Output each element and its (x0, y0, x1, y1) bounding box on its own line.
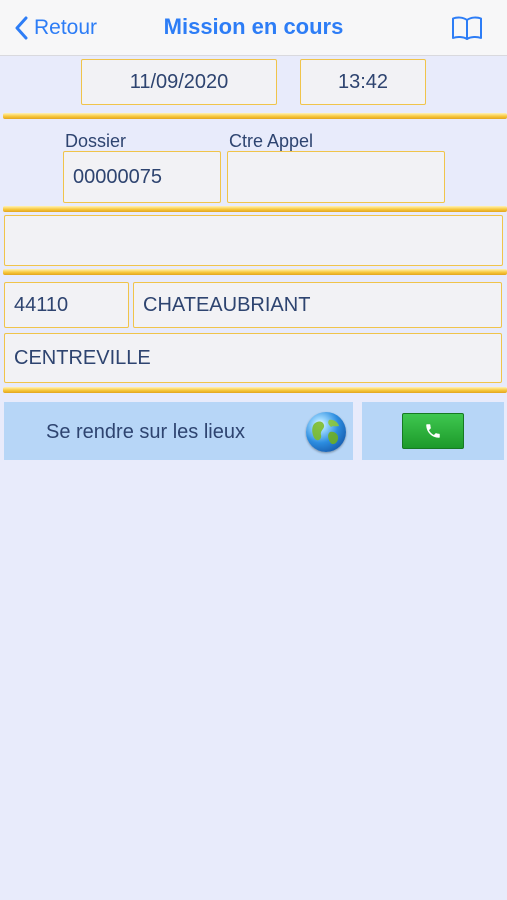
back-label: Retour (34, 16, 98, 39)
info-field[interactable] (4, 215, 503, 266)
dossier-field[interactable]: 00000075 (63, 151, 221, 203)
book-button[interactable] (451, 15, 483, 41)
back-button[interactable]: Retour (14, 12, 97, 44)
postal-code-field[interactable]: 44110 (4, 282, 129, 328)
ctre-appel-label: Ctre Appel (229, 131, 314, 151)
go-to-site-button[interactable]: Se rendre sur les lieux (4, 402, 353, 460)
separator (3, 269, 507, 275)
dossier-label: Dossier (65, 131, 127, 151)
separator (3, 206, 507, 212)
time-field[interactable]: 13:42 (300, 59, 426, 105)
separator (3, 387, 507, 393)
go-to-site-label: Se rendre sur les lieux (46, 421, 245, 443)
address-field[interactable]: CENTREVILLE (4, 333, 502, 383)
phone-icon (402, 413, 464, 449)
navigation-bar: Retour Mission en cours (0, 0, 507, 56)
ctre-appel-field[interactable] (227, 151, 445, 203)
date-field[interactable]: 11/09/2020 (81, 59, 277, 105)
separator (3, 113, 507, 119)
book-icon (451, 16, 483, 45)
globe-icon (306, 412, 346, 452)
call-button[interactable] (362, 402, 504, 460)
chevron-left-icon (14, 16, 28, 40)
city-field[interactable]: CHATEAUBRIANT (133, 282, 502, 328)
